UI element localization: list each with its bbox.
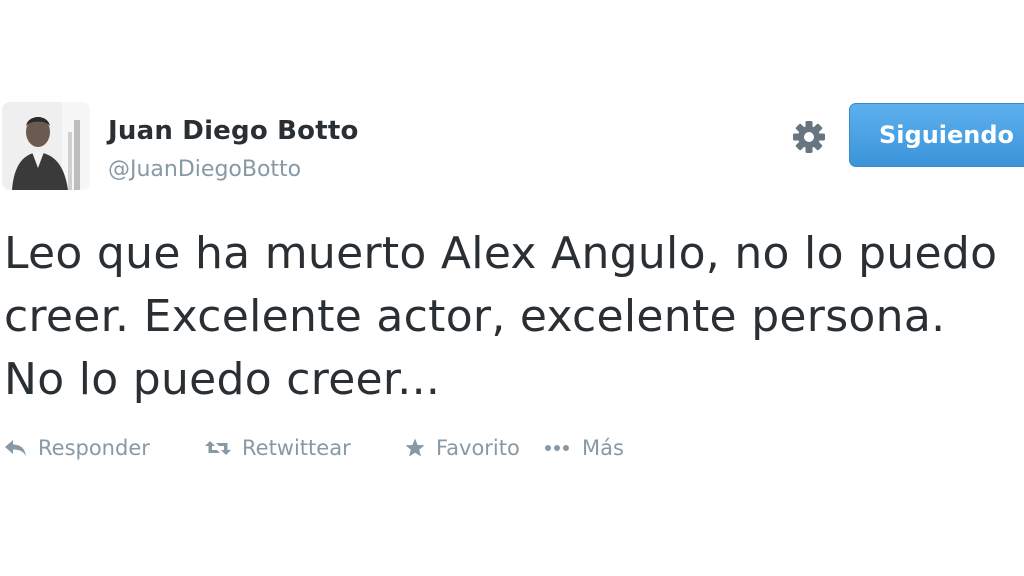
reply-icon bbox=[5, 440, 26, 456]
gear-icon[interactable] bbox=[790, 118, 828, 156]
tweet-text: Leo que ha muerto Alex Angulo, no lo pue… bbox=[4, 228, 998, 405]
avatar[interactable] bbox=[2, 102, 90, 190]
reply-label: Responder bbox=[38, 436, 150, 460]
user-handle[interactable]: @JuanDiegoBotto bbox=[108, 157, 301, 182]
reply-action[interactable]: Responder bbox=[4, 436, 204, 460]
more-action[interactable]: Más bbox=[544, 436, 624, 460]
user-name[interactable]: Juan Diego Botto bbox=[108, 116, 359, 146]
retweet-icon bbox=[205, 441, 231, 455]
favorite-action[interactable]: Favorito bbox=[404, 436, 544, 460]
more-dots-icon bbox=[545, 445, 569, 451]
retweet-action[interactable]: Retwittear bbox=[204, 436, 404, 460]
more-label: Más bbox=[582, 436, 624, 460]
retweet-label: Retwittear bbox=[242, 436, 351, 460]
tweet-actions: Responder Retwittear Favorito Más bbox=[4, 432, 624, 464]
following-button[interactable]: Siguiendo bbox=[849, 103, 1024, 167]
favorite-label: Favorito bbox=[436, 436, 520, 460]
profile-photo bbox=[2, 102, 90, 190]
star-icon bbox=[405, 438, 425, 457]
